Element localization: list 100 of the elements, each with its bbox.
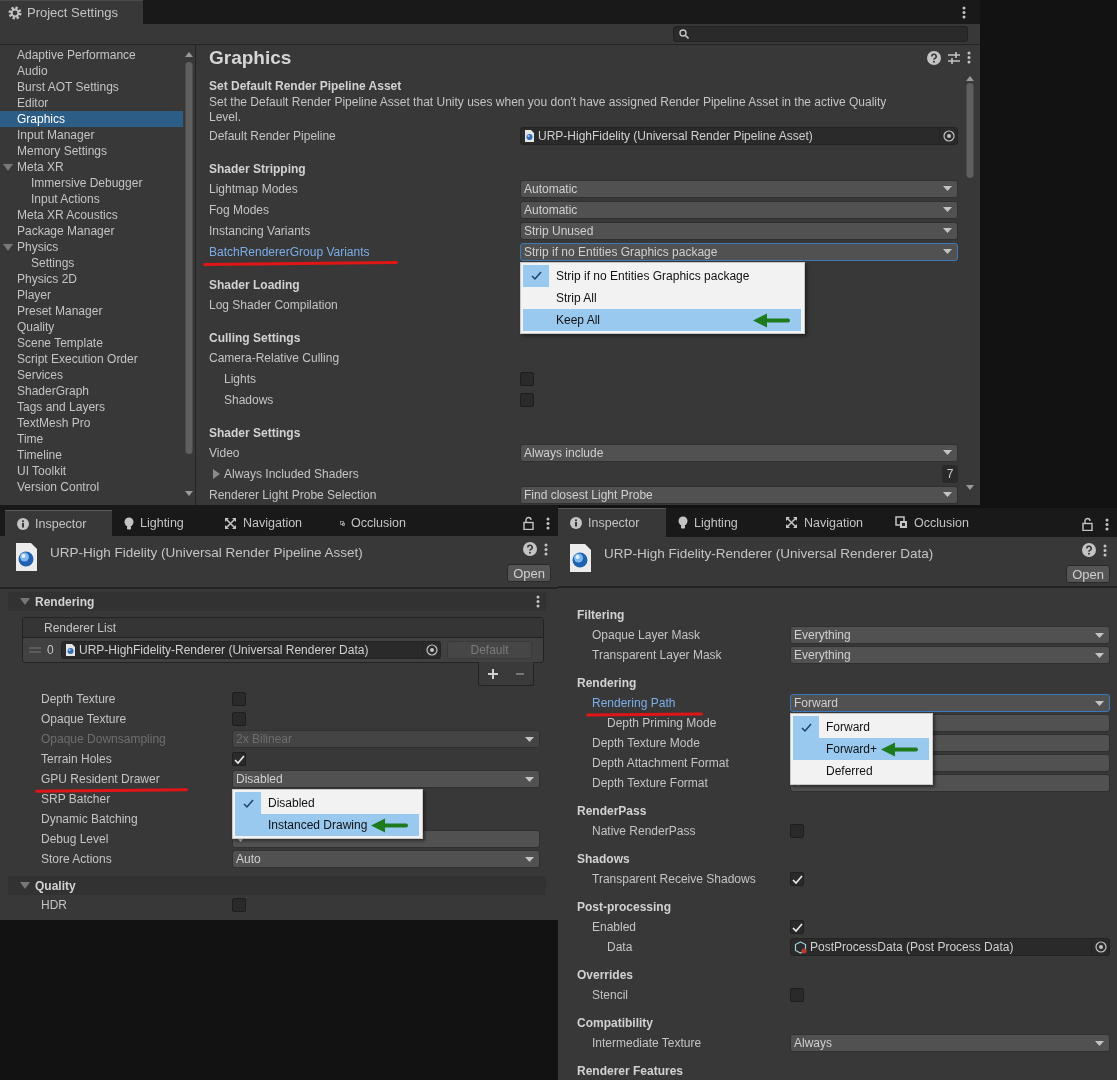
checkbox[interactable] [520, 371, 534, 386]
tab[interactable]: Occlusion [328, 510, 418, 536]
menu-item[interactable]: Keep All [523, 308, 802, 331]
lock-icon[interactable] [523, 516, 534, 530]
sidebar-item[interactable]: Preset Manager [0, 303, 183, 319]
dropdown[interactable]: Automatic [520, 200, 958, 219]
dropdown[interactable]: Forward [790, 694, 1110, 712]
expand-arrow-icon[interactable] [3, 244, 13, 251]
sidebar-item[interactable]: Player [0, 287, 183, 303]
checkbox[interactable] [232, 898, 246, 912]
presets-icon[interactable] [947, 50, 961, 65]
checkbox[interactable] [520, 392, 534, 407]
help-icon[interactable] [927, 50, 941, 65]
sidebar-item[interactable]: UI Toolkit [0, 463, 183, 479]
target-button[interactable] [1091, 939, 1109, 955]
dropdown[interactable]: Everything [790, 646, 1110, 664]
sidebar-item[interactable]: Tags and Layers [0, 399, 183, 415]
dropdown[interactable]: Automatic [520, 179, 958, 198]
target-button[interactable] [939, 127, 957, 144]
sidebar-item[interactable]: Immersive Debugger [0, 175, 183, 191]
sidebar-item[interactable]: Settings [0, 255, 183, 271]
more-options-icon[interactable] [967, 51, 971, 64]
sidebar-item[interactable]: Physics 2D [0, 271, 183, 287]
object-field[interactable]: URP-HighFidelity (Universal Render Pipeline Asset) [520, 126, 958, 145]
tab[interactable]: Occlusion [883, 508, 983, 537]
add-button[interactable] [486, 667, 499, 680]
dropdown[interactable]: Everything [790, 626, 1110, 644]
window-tab[interactable]: Project Settings [0, 0, 143, 24]
more-options-icon[interactable] [544, 542, 548, 556]
tab[interactable]: Navigation [212, 510, 328, 536]
sidebar-item[interactable]: Editor [0, 95, 183, 111]
more-options-icon[interactable] [536, 595, 540, 608]
checkbox[interactable] [790, 920, 804, 934]
checkbox[interactable] [790, 872, 804, 886]
sidebar-item[interactable]: Quality [0, 319, 183, 335]
dropdown[interactable]: Auto [232, 850, 540, 868]
tab[interactable]: Lighting [112, 510, 212, 536]
sidebar-item[interactable]: Input Manager [0, 127, 183, 143]
menu-item[interactable]: Strip All [523, 286, 802, 309]
sidebar-item[interactable]: TextMesh Pro [0, 415, 183, 431]
lock-icon[interactable] [1082, 517, 1093, 531]
dropdown[interactable]: Strip Unused [520, 221, 958, 240]
menu-item[interactable]: Forward [793, 716, 930, 738]
sidebar-item[interactable]: Version Control [0, 479, 183, 495]
checkbox[interactable] [232, 692, 246, 706]
menu-item[interactable]: Instanced Drawing [235, 814, 420, 836]
sidebar-item[interactable]: ShaderGraph [0, 383, 183, 399]
menu-item[interactable]: Disabled [235, 792, 420, 814]
foldout-arrow-icon[interactable] [20, 882, 30, 889]
foldout-arrow-icon[interactable] [20, 598, 30, 605]
more-options-icon[interactable] [962, 5, 966, 19]
menu-item[interactable]: Forward+ [793, 738, 930, 760]
sidebar-item[interactable]: Time [0, 431, 183, 447]
sidebar-item[interactable]: Meta XR Acoustics [0, 207, 183, 223]
dropdown[interactable]: Find closest Light Probe [520, 485, 958, 504]
more-options-icon[interactable] [546, 516, 550, 530]
dropdown[interactable]: Strip if no Entities Graphics package [520, 242, 958, 261]
checkbox[interactable] [790, 824, 804, 838]
menu-item[interactable]: Deferred [793, 760, 930, 782]
search-field[interactable] [673, 26, 968, 42]
sidebar-item[interactable]: Package Manager [0, 223, 183, 239]
expand-arrow-icon[interactable] [3, 164, 13, 171]
open-button[interactable]: Open [507, 564, 551, 582]
dropdown[interactable]: Disabled [232, 770, 540, 788]
object-field[interactable]: PostProcessData (Post Process Data) [790, 938, 1110, 956]
sidebar-item[interactable]: Timeline [0, 447, 183, 463]
sidebar-item[interactable]: Services [0, 367, 183, 383]
target-button[interactable] [422, 642, 440, 658]
sidebar-item[interactable]: Burst AOT Settings [0, 79, 183, 95]
sidebar-item[interactable]: Memory Settings [0, 143, 183, 159]
sidebar-item[interactable]: Scene Template [0, 335, 183, 351]
tab[interactable]: Inspector [5, 510, 112, 536]
checkbox[interactable] [790, 988, 804, 1002]
section-header[interactable]: Quality [8, 876, 546, 895]
sidebar-item[interactable]: Audio [0, 63, 183, 79]
drag-handle-icon[interactable] [29, 647, 41, 653]
section-header[interactable]: Rendering [8, 592, 546, 611]
help-icon[interactable] [1082, 543, 1096, 557]
sidebar-item[interactable]: Script Execution Order [0, 351, 183, 367]
tab[interactable]: Lighting [666, 508, 773, 537]
checkbox[interactable] [232, 752, 246, 766]
help-icon[interactable] [523, 542, 537, 556]
menu-item[interactable]: Strip if no Entities Graphics package [523, 264, 802, 287]
sidebar-item[interactable]: Physics [0, 239, 183, 255]
more-options-icon[interactable] [1103, 543, 1107, 557]
foldout-label[interactable]: Always Included Shaders [224, 466, 359, 481]
sidebar-item[interactable]: Graphics [0, 111, 183, 127]
foldout-arrow-icon[interactable] [213, 468, 220, 479]
section-heading: Set Default Render Pipeline Asset [209, 78, 402, 95]
dropdown[interactable]: Always [790, 1034, 1110, 1052]
sidebar-item[interactable]: Meta XR [0, 159, 183, 175]
checkbox[interactable] [232, 712, 246, 726]
sidebar-item[interactable]: Adaptive Performance [0, 47, 183, 63]
tab[interactable]: Inspector [558, 508, 666, 537]
object-field[interactable]: URP-HighFidelity-Renderer (Universal Renderer Data) [61, 641, 441, 659]
open-button[interactable]: Open [1066, 565, 1110, 583]
tab[interactable]: Navigation [773, 508, 883, 537]
sidebar-item[interactable]: Input Actions [0, 191, 183, 207]
more-options-icon[interactable] [1105, 517, 1109, 531]
dropdown[interactable]: Always include [520, 443, 958, 462]
